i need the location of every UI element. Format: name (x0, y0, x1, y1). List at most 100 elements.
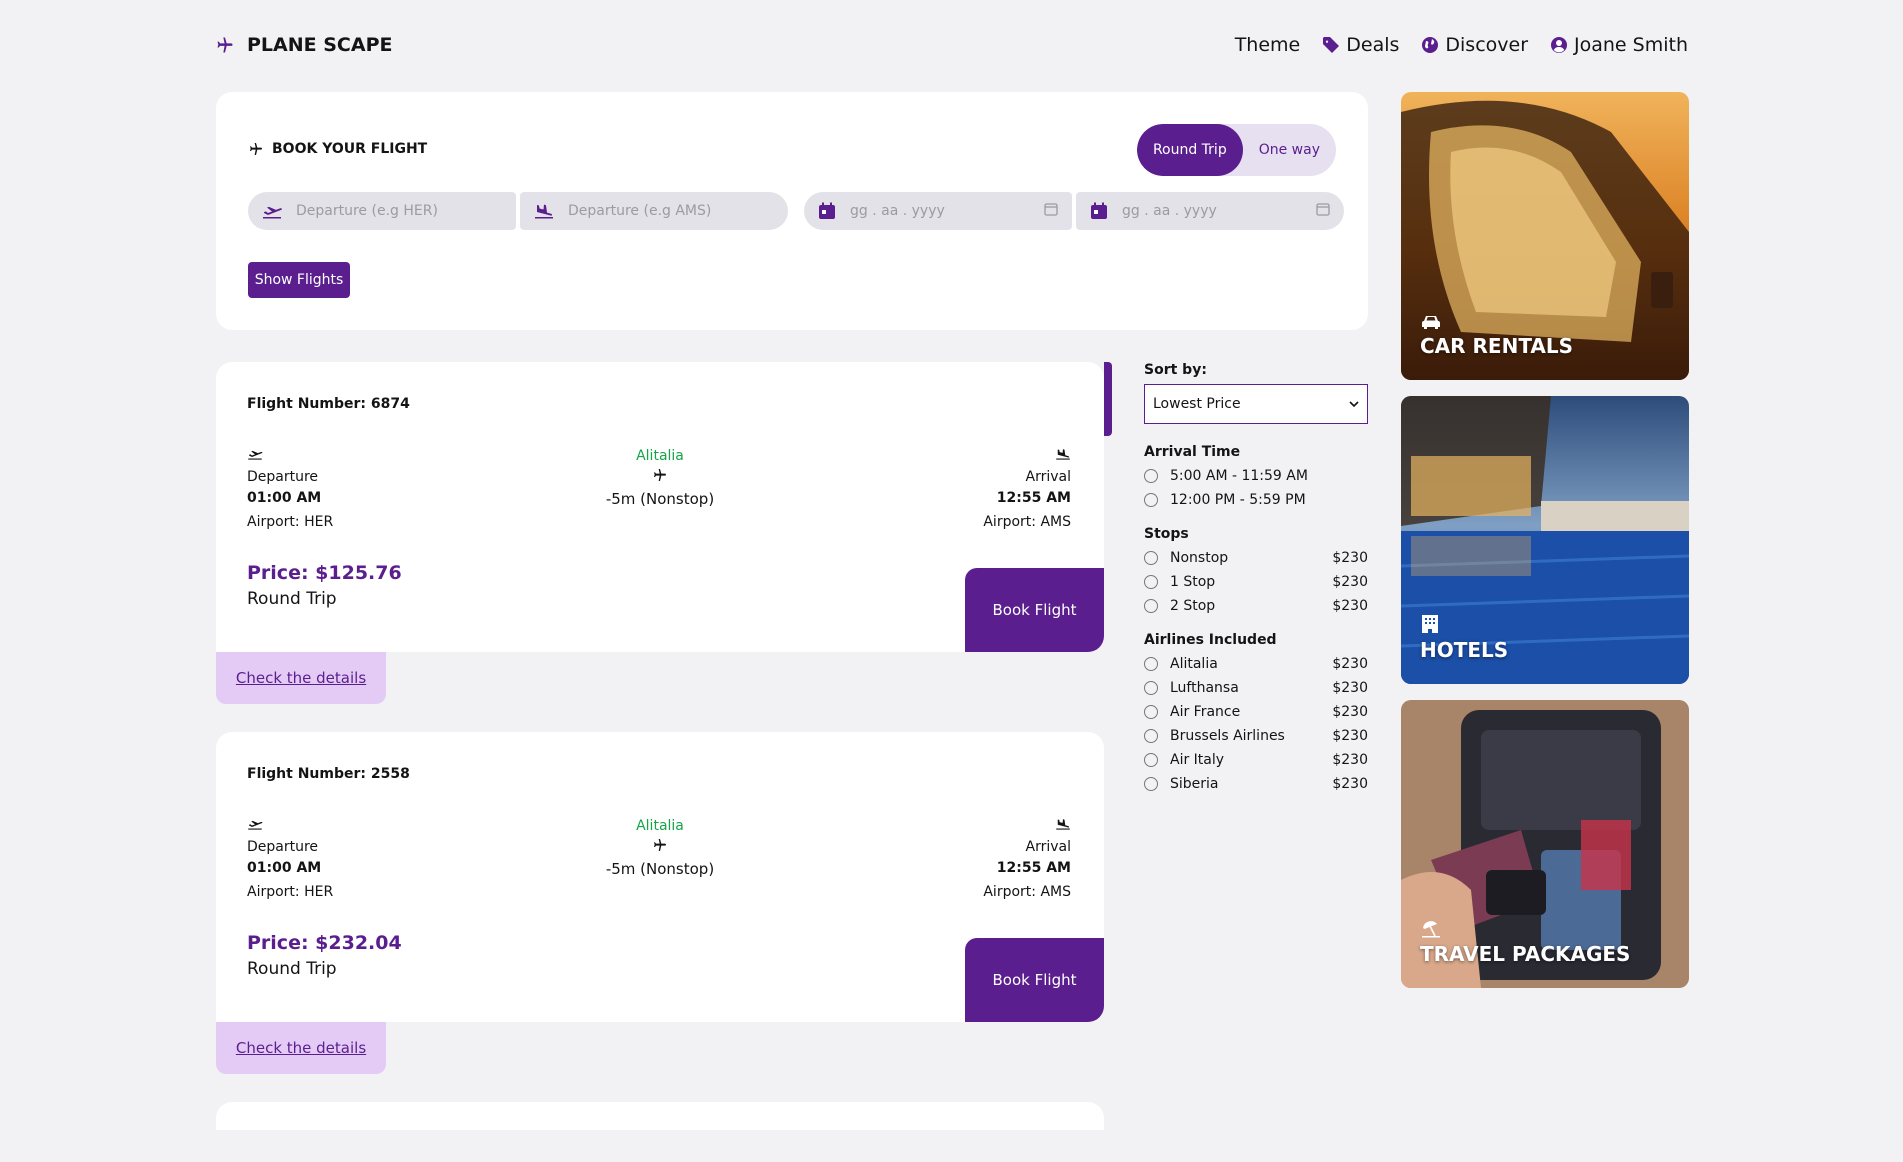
calendar-icon (1091, 202, 1107, 219)
radio-button[interactable] (1144, 575, 1158, 589)
logo-text: PLANE SCAPE (247, 34, 393, 56)
nav-discover[interactable]: Discover (1421, 34, 1528, 56)
calendar-picker-icon[interactable] (1316, 202, 1330, 216)
flight-card: Flight Number: 2558 Departure 01:00 AM A… (216, 732, 1104, 1022)
departure-airport-placeholder: Departure (e.g HER) (296, 203, 438, 219)
stops-option[interactable]: Nonstop $230 (1144, 546, 1368, 570)
arrival-info: Arrival 12:55 AM Airport: AMS (983, 814, 1071, 904)
departure-airport-input[interactable]: Departure (e.g HER) (248, 192, 516, 230)
airline-option-label: Air France (1170, 704, 1241, 720)
flight-duration: -5m (Nonstop) (605, 490, 715, 508)
radio-button[interactable] (1144, 753, 1158, 767)
plane-icon (217, 37, 233, 53)
arrival-airport-input[interactable]: Departure (e.g AMS) (520, 192, 788, 230)
arrival-info: Arrival 12:55 AM Airport: AMS (983, 444, 1071, 534)
airline-option-label: Alitalia (1170, 656, 1218, 672)
arrival-airport: Airport: AMS (983, 884, 1071, 900)
airport-fields: Departure (e.g HER) Departure (e.g AMS) (248, 192, 788, 230)
tag-icon (1323, 37, 1340, 53)
arrival-time-filter: Arrival Time 5:00 AM - 11:59 AM 12:00 PM… (1144, 444, 1368, 512)
flight-number: Flight Number: 2558 (247, 766, 410, 782)
airline-option-price: $230 (1332, 656, 1368, 672)
radio-button[interactable] (1144, 705, 1158, 719)
return-date-input[interactable]: gg . aa . yyyy (1076, 192, 1344, 230)
beach-umbrella-icon (1422, 921, 1440, 938)
book-flight-button[interactable]: Book Flight (965, 568, 1104, 652)
radio-button[interactable] (1144, 469, 1158, 483)
arrival-time-title: Arrival Time (1144, 444, 1241, 460)
stops-option-label: 1 Stop (1170, 574, 1216, 590)
plane-icon (654, 839, 666, 851)
radio-button[interactable] (1144, 777, 1158, 791)
stops-option-label: 2 Stop (1170, 598, 1216, 614)
stops-option-price: $230 (1332, 550, 1368, 566)
hotels-card[interactable]: HOTELS (1401, 396, 1689, 684)
stops-filter: Stops Nonstop $230 1 Stop $230 2 Stop $230 (1144, 526, 1368, 618)
app-logo[interactable]: PLANE SCAPE (215, 34, 392, 56)
airline-option[interactable]: Lufthansa $230 (1144, 676, 1368, 700)
moon-icon (1216, 38, 1224, 52)
check-details-link[interactable]: Check the details (216, 652, 386, 704)
airline-option[interactable]: Siberia $230 (1144, 772, 1368, 796)
filter-sidebar: Sort by: Lowest Price Arrival Time 5:00 … (1144, 362, 1368, 810)
airline-option-label: Siberia (1170, 776, 1219, 792)
arrival-time: 12:55 AM (996, 490, 1071, 506)
nav-deals-label: Deals (1346, 34, 1400, 56)
radio-button[interactable] (1144, 493, 1158, 507)
depart-date-input[interactable]: gg . aa . yyyy (804, 192, 1072, 230)
stops-option-price: $230 (1332, 598, 1368, 614)
airline-option-price: $230 (1332, 680, 1368, 696)
nav-deals[interactable]: Deals (1322, 34, 1399, 56)
depart-date-placeholder: gg . aa . yyyy (850, 203, 945, 219)
one-way-button[interactable]: One way (1243, 124, 1336, 176)
stops-option-price: $230 (1332, 574, 1368, 590)
stops-title: Stops (1144, 526, 1189, 542)
radio-button[interactable] (1144, 681, 1158, 695)
flight-route-info: Alitalia -5m (Nonstop) (216, 446, 1104, 510)
landing-icon (1056, 819, 1070, 830)
landing-icon (535, 204, 553, 219)
booking-title-text: BOOK YOUR FLIGHT (272, 141, 428, 157)
arrival-option[interactable]: 5:00 AM - 11:59 AM (1144, 464, 1368, 488)
sort-select[interactable]: Lowest Price (1144, 384, 1368, 424)
takeoff-icon (263, 206, 282, 219)
flight-price: Price: $232.04 (247, 932, 402, 954)
radio-button[interactable] (1144, 729, 1158, 743)
book-flight-button[interactable]: Book Flight (965, 938, 1104, 1022)
travel-packages-card[interactable]: TRAVEL PACKAGES (1401, 700, 1689, 988)
car-rentals-card[interactable]: CAR RENTALS (1401, 92, 1689, 380)
calendar-picker-icon[interactable] (1044, 202, 1058, 216)
plane-icon (654, 469, 666, 481)
stops-option[interactable]: 2 Stop $230 (1144, 594, 1368, 618)
airline-name: Alitalia (636, 818, 684, 834)
radio-button[interactable] (1144, 599, 1158, 613)
airlines-filter: Airlines Included Alitalia $230 Lufthansa… (1144, 632, 1368, 796)
arrival-option[interactable]: 12:00 PM - 5:59 PM (1144, 488, 1368, 512)
show-flights-button[interactable]: Show Flights (248, 262, 350, 298)
airline-option[interactable]: Air France $230 (1144, 700, 1368, 724)
nav-user[interactable]: Joane Smith (1550, 34, 1688, 56)
airline-option[interactable]: Air Italy $230 (1144, 748, 1368, 772)
calendar-icon (819, 202, 835, 219)
car-rentals-label: CAR RENTALS (1420, 334, 1574, 358)
airline-option-label: Air Italy (1170, 752, 1225, 768)
hotel-icon (1422, 615, 1438, 633)
nav-theme[interactable]: Theme (1215, 34, 1300, 56)
booking-card: BOOK YOUR FLIGHT Round Trip One way Depa… (216, 92, 1368, 330)
plane-icon (250, 143, 262, 155)
flight-card (216, 1102, 1104, 1130)
radio-button[interactable] (1144, 657, 1158, 671)
landing-icon (1056, 449, 1070, 460)
round-trip-button[interactable]: Round Trip (1136, 124, 1243, 176)
airline-option[interactable]: Brussels Airlines $230 (1144, 724, 1368, 748)
car-icon (1422, 316, 1440, 329)
stops-option[interactable]: 1 Stop $230 (1144, 570, 1368, 594)
airline-option-label: Lufthansa (1170, 680, 1239, 696)
radio-button[interactable] (1144, 551, 1158, 565)
scroll-indicator[interactable] (1104, 362, 1112, 436)
check-details-link[interactable]: Check the details (216, 1022, 386, 1074)
airline-name: Alitalia (636, 448, 684, 464)
page-bottom (0, 1130, 1903, 1162)
nav-discover-label: Discover (1445, 34, 1529, 56)
airline-option[interactable]: Alitalia $230 (1144, 652, 1368, 676)
